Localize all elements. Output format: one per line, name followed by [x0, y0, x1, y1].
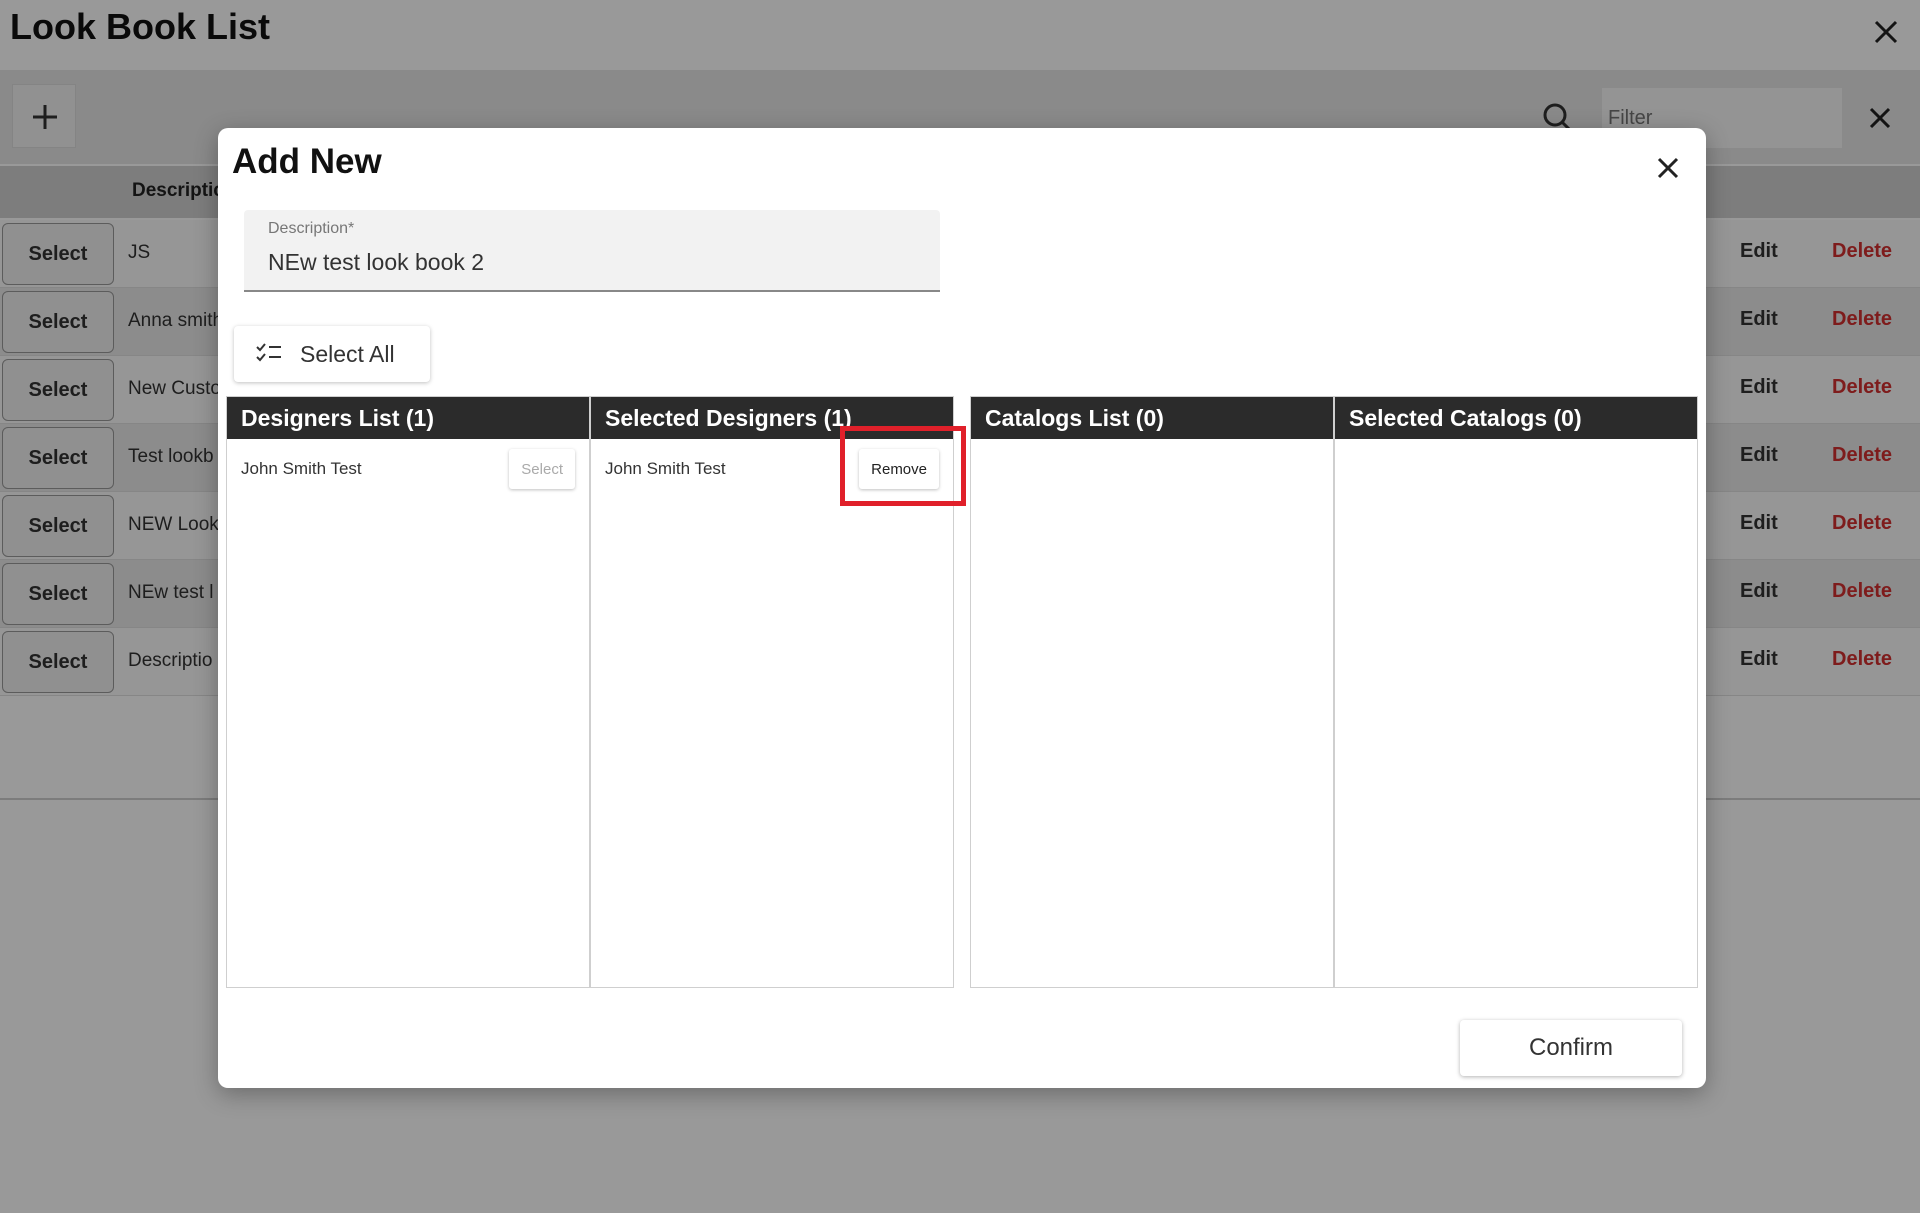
- catalogs-list-panel: Catalogs List (0): [970, 396, 1334, 988]
- panel-title: Catalogs List (0): [971, 397, 1333, 439]
- designer-name: John Smith Test: [605, 459, 726, 478]
- list-item: John Smith Test Select: [227, 439, 589, 497]
- description-field[interactable]: Description*: [244, 210, 940, 292]
- description-input[interactable]: [268, 244, 908, 280]
- close-icon[interactable]: [1650, 150, 1686, 186]
- dialog-title: Add New: [232, 142, 382, 181]
- confirm-button[interactable]: Confirm: [1460, 1020, 1682, 1076]
- designer-name: John Smith Test: [241, 459, 362, 478]
- select-all-button[interactable]: Select All: [234, 326, 430, 382]
- select-all-label: Select All: [300, 341, 395, 367]
- panel-title: Designers List (1): [227, 397, 589, 439]
- description-label: Description*: [268, 220, 355, 237]
- highlight-box: [840, 426, 966, 506]
- selected-catalogs-panel: Selected Catalogs (0): [1334, 396, 1698, 988]
- select-designer-button[interactable]: Select: [509, 449, 575, 489]
- checklist-icon: [256, 342, 282, 364]
- panel-title: Selected Catalogs (0): [1335, 397, 1697, 439]
- designers-list-panel: Designers List (1) John Smith Test Selec…: [226, 396, 590, 988]
- add-new-dialog: Add New Description* Select All Designer…: [218, 128, 1706, 1088]
